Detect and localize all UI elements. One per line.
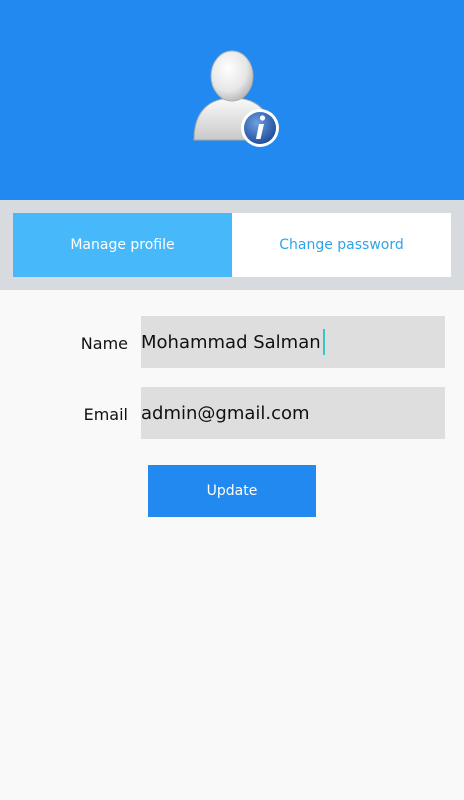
tab-change-password[interactable]: Change password bbox=[232, 213, 451, 277]
text-caret bbox=[322, 329, 325, 355]
profile-header bbox=[0, 0, 464, 200]
user-info-icon bbox=[193, 50, 279, 147]
email-label: Email bbox=[83, 405, 128, 424]
update-button-label: Update bbox=[206, 483, 258, 499]
tab-change-password-label: Change password bbox=[279, 237, 404, 253]
tab-manage-profile-label: Manage profile bbox=[70, 237, 175, 253]
tab-bar: Manage profile Change password bbox=[0, 200, 464, 290]
profile-form: Name Mohammad Salman Email admin@gmail.c… bbox=[0, 290, 464, 800]
email-field[interactable]: admin@gmail.com bbox=[141, 387, 445, 439]
name-field[interactable]: Mohammad Salman bbox=[141, 316, 445, 368]
name-value: Mohammad Salman bbox=[141, 331, 321, 353]
email-value: admin@gmail.com bbox=[141, 402, 310, 424]
name-label: Name bbox=[80, 334, 128, 353]
update-button[interactable]: Update bbox=[148, 465, 316, 517]
tab-manage-profile[interactable]: Manage profile bbox=[13, 213, 232, 277]
